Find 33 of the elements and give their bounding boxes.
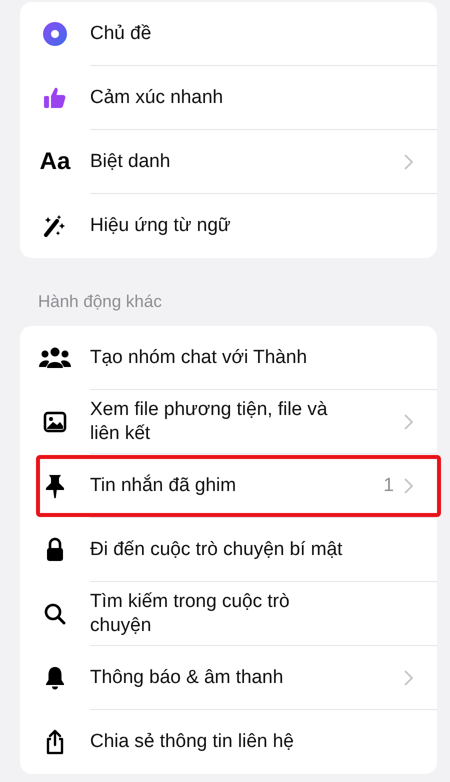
menu-row[interactable]: Aa Biệt danh (20, 130, 437, 194)
menu-item[interactable]: Thông báo & âm thanh (90, 660, 404, 696)
menu-row[interactable]: Chủ đề (20, 2, 437, 66)
search-icon (43, 602, 67, 626)
menu-row[interactable]: Xem file phương tiện, file và liên kết (20, 390, 437, 454)
menu-row[interactable]: Tìm kiếm trong cuộc trò chuyện (20, 582, 437, 646)
pin-icon (44, 473, 66, 499)
item-count: 1 (383, 474, 394, 496)
thumbs-up-icon (42, 85, 68, 111)
theme-icon (42, 21, 68, 47)
section-header: Hành động khác (37, 291, 163, 313)
menu-row[interactable]: Tạo nhóm chat với Thành (20, 326, 437, 390)
menu-item[interactable]: Đi đến cuộc trò chuyện bí mật (90, 532, 413, 568)
font-size-icon: Aa (40, 148, 70, 176)
menu-item[interactable]: Hiệu ứng từ ngữ (90, 208, 413, 244)
menu-row[interactable]: Thông báo & âm thanh (20, 646, 437, 710)
menu-row[interactable]: Chia sẻ thông tin liên hệ (20, 710, 437, 774)
menu-item[interactable]: Tin nhắn đã ghim (90, 468, 384, 504)
menu-item[interactable]: Chia sẻ thông tin liên hệ (90, 724, 413, 760)
people-icon (39, 346, 71, 370)
menu-item[interactable]: Biệt danh (90, 144, 404, 180)
menu-item[interactable]: Chủ đề (90, 16, 413, 52)
menu-item[interactable]: Xem file phương tiện, file và liên kết (90, 392, 404, 452)
image-icon (43, 410, 67, 434)
menu-item[interactable]: Tạo nhóm chat với Thành (90, 340, 413, 376)
lock-icon (44, 537, 66, 563)
menu-row[interactable]: Đi đến cuộc trò chuyện bí mật (20, 518, 437, 582)
menu-row[interactable]: Hiệu ứng từ ngữ (20, 194, 437, 258)
menu-row[interactable]: Cảm xúc nhanh (20, 66, 437, 130)
menu-item[interactable]: Cảm xúc nhanh (90, 80, 413, 116)
menu-item[interactable]: Tìm kiếm trong cuộc trò chuyện (90, 584, 413, 644)
share-icon (44, 729, 66, 755)
bell-icon (44, 665, 66, 691)
